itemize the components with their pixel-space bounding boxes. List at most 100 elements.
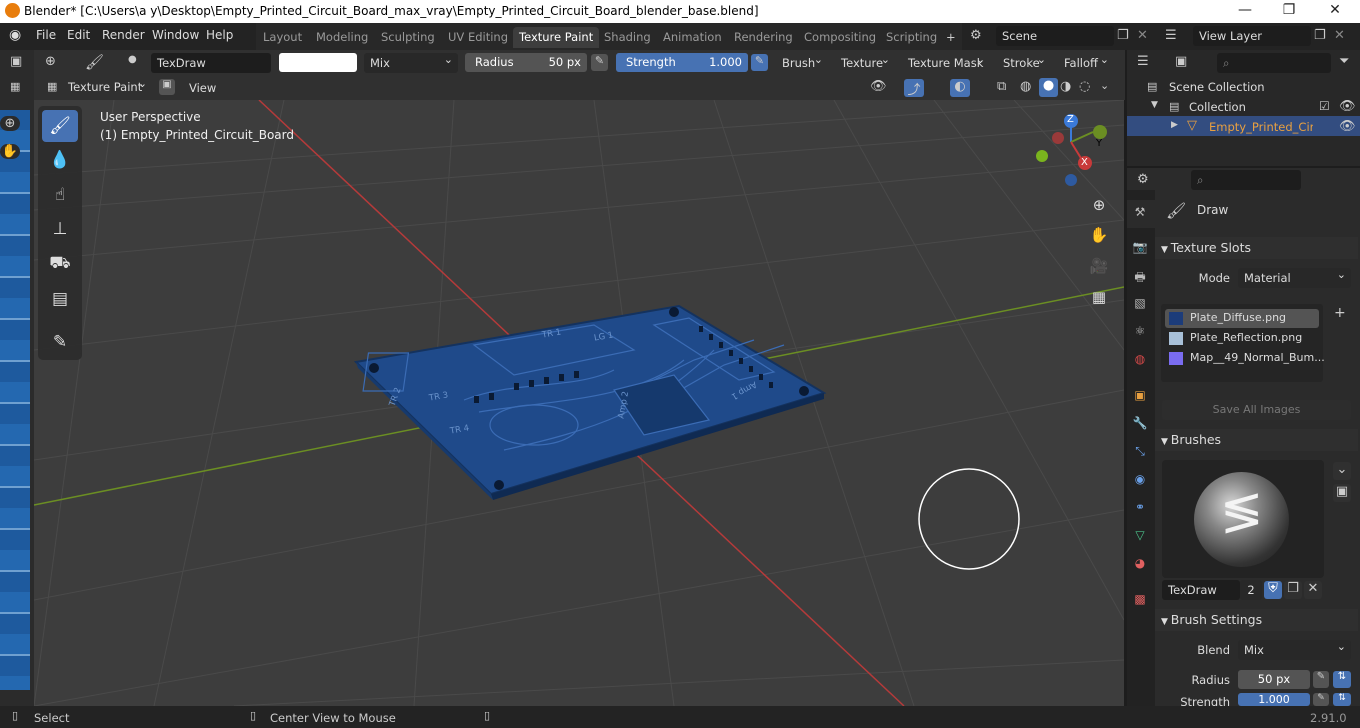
delete-view-layer-icon[interactable]: ✕ [1334,28,1345,43]
outliner-object[interactable]: Empty_Printed_Circu [1209,120,1313,134]
particles-tab-icon[interactable]: ⤡ [1131,444,1149,462]
brush-list-dropdown-icon[interactable]: ⌄ [1333,462,1351,480]
editor-type-icon[interactable]: ⊕ [45,54,56,69]
properties-editor-icon[interactable]: ⚙ [1137,172,1149,187]
brush-browse-icon[interactable]: ● [128,54,137,65]
overlay-toggle-icon[interactable]: ◐ [950,79,970,97]
blend-dropdown[interactable]: Mix [364,53,458,73]
clone-tool-icon[interactable]: ⊥ [42,213,78,245]
close-icon[interactable]: ✕ [1312,2,1358,18]
object-expand-icon[interactable]: ▶ [1171,120,1178,130]
fill-tool-icon[interactable]: ⛟ [42,247,78,279]
texture-mask-menu[interactable]: Texture Mask [902,53,990,73]
checker-icon[interactable]: ▦ [47,80,57,93]
data-tab-icon[interactable]: ▽ [1131,528,1149,546]
outliner-display-icon[interactable]: ▣ [1175,54,1187,69]
mode-dropdown[interactable]: Texture Paint [62,77,152,97]
mode-dropdown-props[interactable]: Material [1238,268,1351,288]
falloff-menu[interactable]: Falloff [1058,53,1114,73]
pan-hand-icon[interactable]: ✋ [1086,222,1112,248]
new-view-layer-icon[interactable]: ❐ [1314,28,1326,43]
texture-menu[interactable]: Texture [835,53,895,73]
gizmo-toggle-icon[interactable]: ⤴ [904,79,924,98]
brushes-header[interactable]: ▼ Brushes [1155,429,1358,451]
blend-dropdown-props[interactable]: Mix [1238,640,1351,660]
scene-icon[interactable]: ⚙ [970,28,982,43]
soften-tool-icon[interactable]: 💧 [42,144,78,176]
tool-tab-icon[interactable]: ⚒ [1131,205,1149,223]
zoom-icon-left[interactable]: ⊕ [0,116,20,131]
smear-tool-icon[interactable]: ☝ [42,179,78,211]
material-shading-icon[interactable]: ◑ [1060,79,1071,94]
outliner-collection[interactable]: Collection [1189,100,1246,114]
scene-field[interactable]: Scene [996,26,1114,46]
checker-icon-left[interactable]: ▦ [10,80,20,93]
strength-field[interactable]: Strength 1.000 [616,53,748,72]
xray-icon[interactable]: ⧉ [997,79,1006,94]
brush-settings-header[interactable]: ▼ Brush Settings [1155,609,1358,631]
radius-field-props[interactable]: 50 px [1238,670,1310,689]
add-slot-icon[interactable]: + [1334,305,1346,321]
object-tab-icon[interactable]: ▣ [1131,388,1149,406]
add-workspace-icon[interactable]: + [940,27,962,48]
brush-name-props[interactable]: TexDraw [1162,580,1240,600]
brush-users-count[interactable]: 2 [1240,580,1262,600]
strength-pressure-props-icon[interactable]: ✎ [1313,693,1329,706]
radius-unit-props-icon[interactable]: ⇅ [1333,671,1351,688]
tab-texture-paint[interactable]: Texture Paint [513,27,600,48]
physics-tab-icon[interactable]: ◉ [1131,472,1149,490]
menu-window[interactable]: Window [152,28,199,42]
minimize-icon[interactable]: — [1222,2,1268,18]
annotate-tool-icon[interactable]: ✎ [42,326,78,358]
strength-toggle-props-icon[interactable]: ⇅ [1333,693,1351,706]
properties-search-input[interactable]: ⌕ [1191,170,1301,190]
collection-visibility-icon[interactable]: 👁 [1339,99,1356,114]
duplicate-brush-icon[interactable]: ❐ [1284,581,1302,599]
rendered-shading-icon[interactable]: ◌ [1079,79,1090,94]
menu-edit[interactable]: Edit [67,28,90,42]
view-menu[interactable]: View [189,81,216,95]
view-layer-icon[interactable]: ☰ [1165,28,1177,43]
brush-menu[interactable]: Brush [776,53,828,73]
tab-scripting[interactable]: Scripting [880,27,943,48]
texture-slots-header[interactable]: ▼ Texture Slots [1155,237,1358,259]
fake-user-shield-icon[interactable]: ⛨ [1264,581,1282,599]
delete-scene-icon[interactable]: ✕ [1137,28,1148,43]
tab-shading[interactable]: Shading [598,27,657,48]
tab-uv-editing[interactable]: UV Editing [442,27,514,48]
object-visibility-icon[interactable]: 👁 [1339,119,1356,134]
solid-shading-icon[interactable]: ● [1039,78,1058,97]
unlink-brush-icon[interactable]: ✕ [1304,581,1322,599]
wireframe-shading-icon[interactable]: ◍ [1020,79,1031,94]
editor-type-icon-left[interactable]: ▣ [10,54,22,69]
material-tab-icon[interactable]: ◕ [1131,556,1149,574]
radius-pressure-icon[interactable]: ✎ [591,54,608,71]
tab-compositing[interactable]: Compositing [798,27,882,48]
texture-slot-item[interactable]: Plate_Diffuse.png [1165,309,1319,328]
radius-field[interactable]: Radius 50 px [465,53,587,72]
texture-tab-icon[interactable]: ▩ [1131,592,1149,610]
tab-layout[interactable]: Layout [257,27,308,48]
perspective-toggle-icon[interactable]: ▦ [1086,284,1112,310]
view-layer-tab-icon[interactable]: ▧ [1131,296,1149,314]
save-all-images-button[interactable]: Save All Images [1162,400,1351,420]
tab-rendering[interactable]: Rendering [728,27,799,48]
scene-tab-icon[interactable]: ⚛ [1131,324,1149,342]
zoom-icon[interactable]: ⊕ [1086,192,1112,218]
tab-sculpting[interactable]: Sculpting [375,27,441,48]
menu-help[interactable]: Help [206,28,233,42]
texture-slot-item[interactable]: Plate_Reflection.png [1165,329,1319,348]
outliner-filter-icon[interactable]: ⏷ [1339,54,1349,69]
strength-field-props[interactable]: 1.000 [1238,693,1310,706]
brush-image-icon[interactable]: ▣ [1333,484,1351,502]
shading-options-icon[interactable]: ⌄ [1100,79,1109,92]
modifier-tab-icon[interactable]: 🔧 [1131,416,1149,434]
hand-icon-left[interactable]: ✋ [0,144,20,159]
visibility-icon[interactable]: 👁 [870,79,887,94]
constraints-tab-icon[interactable]: ⚭ [1131,500,1149,518]
stroke-menu[interactable]: Stroke [997,53,1051,73]
view-layer-field[interactable]: View Layer [1193,26,1311,46]
camera-view-icon[interactable]: 🎥 [1086,253,1112,279]
world-tab-icon[interactable]: ◍ [1131,352,1149,370]
collection-checkbox-icon[interactable]: ☑ [1319,99,1330,113]
